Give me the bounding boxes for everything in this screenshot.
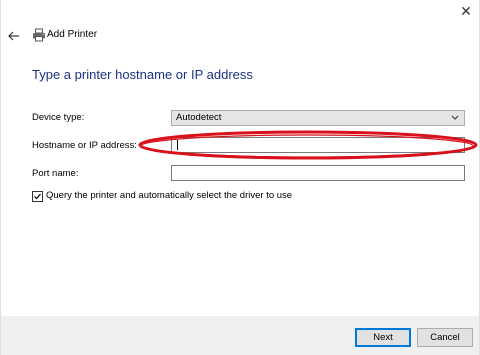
device-type-dropdown[interactable]: Autodetect (171, 110, 465, 126)
window-title: Add Printer (47, 29, 98, 40)
hostname-label: Hostname or IP address: (32, 140, 137, 151)
title-bar: ✕ (1, 0, 479, 30)
query-printer-checkbox[interactable] (32, 191, 43, 202)
query-printer-label: Query the printer and automatically sele… (46, 190, 293, 201)
port-name-label: Port name: (32, 168, 79, 179)
next-button[interactable]: Next (355, 328, 411, 347)
printer-icon (32, 28, 46, 42)
text-caret (177, 140, 178, 150)
chevron-down-icon (451, 115, 459, 120)
cancel-button[interactable]: Cancel (417, 328, 473, 347)
device-type-selected: Autodetect (176, 112, 222, 123)
close-button[interactable]: ✕ (459, 4, 473, 18)
page-heading: Type a printer hostname or IP address (32, 67, 253, 82)
port-name-input[interactable] (171, 165, 465, 181)
hostname-input[interactable] (171, 137, 465, 153)
add-printer-window: ✕ Add Printer Type a printer hostname or… (0, 0, 480, 355)
back-arrow-icon (8, 31, 19, 41)
checkmark-icon (34, 193, 41, 200)
close-icon: ✕ (460, 3, 472, 19)
device-type-label: Device type: (32, 112, 85, 123)
back-button[interactable] (7, 29, 21, 43)
